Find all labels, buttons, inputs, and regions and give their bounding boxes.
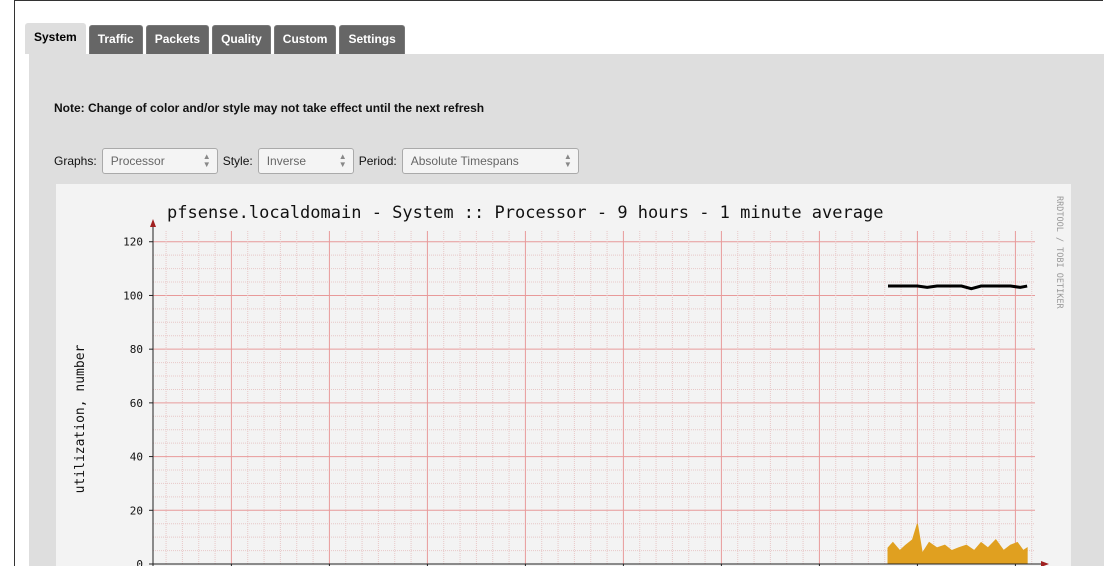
y-axis-arrow <box>150 219 156 227</box>
graphs-select-value: Processor <box>110 154 165 168</box>
tab-quality[interactable]: Quality <box>212 25 271 54</box>
chart-svg: pfsense.localdomain - System :: Processo… <box>73 196 1064 566</box>
select-arrows-icon: ▲ ▼ <box>563 152 572 169</box>
y-tick-labels: 020406080100120 <box>123 236 143 566</box>
style-label: Style: <box>222 154 253 168</box>
load-line <box>888 284 1028 291</box>
period-label: Period: <box>358 154 397 168</box>
tab-traffic[interactable]: Traffic <box>88 25 143 54</box>
tab-custom[interactable]: Custom <box>273 25 337 54</box>
chart-grid <box>153 231 1035 565</box>
y-tick-label: 120 <box>123 236 143 249</box>
tab-system[interactable]: System <box>25 23 86 54</box>
chart-axes <box>149 219 1049 566</box>
rrdtool-credit: RRDTOOL / TOBI OETIKER <box>1054 196 1064 309</box>
style-select-value: Inverse <box>266 154 307 168</box>
system-panel: Note: Change of color and/or style may n… <box>29 54 1104 566</box>
graphs-label: Graphs: <box>54 154 97 168</box>
y-tick-label: 80 <box>130 343 143 356</box>
y-tick-label: 40 <box>130 451 143 464</box>
y-tick-label: 20 <box>130 504 143 517</box>
x-axis-arrow <box>1041 561 1049 566</box>
utilization-area <box>887 523 1028 565</box>
select-arrows-icon: ▲ ▼ <box>338 152 347 169</box>
app-frame: System Traffic Packets Quality Custom Se… <box>14 0 1104 566</box>
graphs-select[interactable]: Processor ▲ ▼ <box>101 148 218 174</box>
tab-settings[interactable]: Settings <box>339 25 405 54</box>
processor-graph: pfsense.localdomain - System :: Processo… <box>56 184 1071 566</box>
y-tick-label: 100 <box>123 289 143 302</box>
tab-packets[interactable]: Packets <box>145 25 210 54</box>
chart-series <box>887 284 1028 565</box>
chart-title: pfsense.localdomain - System :: Processo… <box>167 203 883 223</box>
select-arrows-icon: ▲ ▼ <box>202 152 211 169</box>
style-select[interactable]: Inverse ▲ ▼ <box>257 148 354 174</box>
graph-controls: Graphs: Processor ▲ ▼ Style: Inverse ▲ ▼ P… <box>54 148 584 174</box>
y-axis-label: utilization, number <box>73 344 88 493</box>
period-select[interactable]: Absolute Timespans ▲ ▼ <box>401 148 579 174</box>
refresh-note: Note: Change of color and/or style may n… <box>54 101 485 115</box>
tab-bar: System Traffic Packets Quality Custom Se… <box>25 23 405 54</box>
period-select-value: Absolute Timespans <box>410 154 519 168</box>
y-tick-label: 60 <box>130 397 143 410</box>
